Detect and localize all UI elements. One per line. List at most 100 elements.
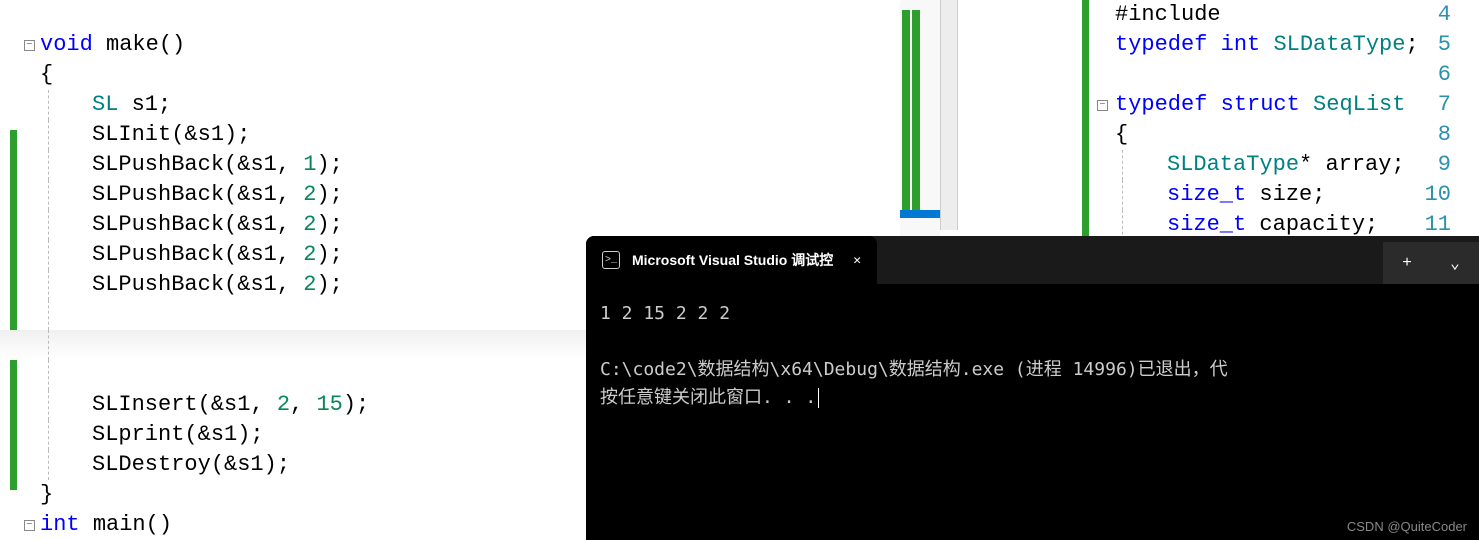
code-token: (&: [224, 212, 250, 237]
collapse-toggle[interactable]: −: [24, 520, 35, 531]
change-indicator: [1082, 120, 1089, 150]
code-token: [118, 92, 131, 117]
code-token: );: [224, 122, 250, 147]
code-token: s1: [250, 182, 276, 207]
line-number: 8: [1411, 120, 1451, 150]
code-token: [1300, 92, 1313, 117]
code-token: s1: [250, 212, 276, 237]
change-indicator: [1082, 60, 1089, 90]
collapse-toggle[interactable]: −: [24, 40, 35, 51]
code-token: make: [106, 32, 159, 57]
code-token: s1: [211, 422, 237, 447]
code-token: *: [1299, 152, 1325, 177]
code-token: s1: [237, 452, 263, 477]
code-token: SeqList: [1313, 92, 1405, 117]
code-token: ;: [1391, 152, 1404, 177]
line-number: 10: [1411, 180, 1451, 210]
code-token: ,: [277, 242, 303, 267]
code-token: s1: [250, 242, 276, 267]
terminal-output[interactable]: 1 2 15 2 2 2 C:\code2\数据结构\x64\Debug\数据结…: [586, 284, 1479, 428]
code-token: main: [93, 512, 146, 537]
code-token: SL: [92, 92, 118, 117]
code-token: );: [316, 182, 342, 207]
code-token: ;: [158, 92, 171, 117]
code-line[interactable]: −void make(): [0, 30, 920, 60]
code-token: SLPushBack: [92, 212, 224, 237]
code-line[interactable]: SL s1;: [0, 90, 920, 120]
code-token: 15: [316, 392, 342, 417]
code-token: [1246, 182, 1259, 207]
minimap-viewport[interactable]: [900, 210, 940, 218]
code-token: [1207, 32, 1220, 57]
code-token: {: [1115, 122, 1128, 147]
code-line[interactable]: SLPushBack(&s1, 2);: [0, 180, 920, 210]
code-line[interactable]: −typedef struct SeqList: [1115, 90, 1405, 120]
code-token: {: [40, 62, 53, 87]
code-line[interactable]: SLPushBack(&s1, 1);: [0, 150, 920, 180]
chevron-down-icon: ⌄: [1450, 253, 1460, 273]
code-token: ,: [250, 392, 276, 417]
code-token: (&: [224, 182, 250, 207]
minimap[interactable]: [900, 0, 940, 240]
code-token: ,: [277, 272, 303, 297]
code-token: [1246, 212, 1259, 237]
code-token: void: [40, 32, 93, 57]
line-number: 4: [1411, 0, 1451, 30]
terminal-titlebar: >_ Microsoft Visual Studio 调试控 ✕ + ⌄: [586, 236, 1479, 284]
code-token: SLDataType: [1167, 152, 1299, 177]
code-line[interactable]: typedef int SLDataType;: [1115, 30, 1419, 60]
code-token: [80, 512, 93, 537]
code-token: );: [316, 242, 342, 267]
code-line[interactable]: size_t size;: [1167, 180, 1325, 210]
change-indicator: [1082, 0, 1089, 30]
code-token: (&: [198, 392, 224, 417]
code-token: (): [146, 512, 172, 537]
code-token: (&: [224, 242, 250, 267]
code-line[interactable]: SLDataType* array;: [1167, 150, 1405, 180]
code-token: SLPushBack: [92, 242, 224, 267]
collapse-toggle[interactable]: −: [1097, 100, 1108, 111]
code-token: SLDataType: [1273, 32, 1405, 57]
change-indicator: [1082, 180, 1089, 210]
code-token: int: [1221, 32, 1261, 57]
code-token: ;: [1405, 32, 1418, 57]
code-token: s1: [198, 122, 224, 147]
code-token: s1: [250, 272, 276, 297]
code-token: 2: [277, 392, 290, 417]
code-token: #include: [1115, 2, 1221, 27]
code-token: 1: [303, 152, 316, 177]
code-token: ,: [277, 152, 303, 177]
code-token: typedef: [1115, 92, 1207, 117]
code-token: capacity: [1259, 212, 1365, 237]
code-line[interactable]: {: [0, 60, 920, 90]
code-token: );: [316, 152, 342, 177]
code-token: SLPushBack: [92, 182, 224, 207]
code-token: );: [237, 422, 263, 447]
code-token: ,: [277, 182, 303, 207]
code-token: );: [316, 212, 342, 237]
code-token: (&: [171, 122, 197, 147]
line-number: 6: [1411, 60, 1451, 90]
code-token: size: [1259, 182, 1312, 207]
code-line[interactable]: #include: [1115, 0, 1221, 30]
code-line[interactable]: {: [1115, 120, 1128, 150]
scrollbar[interactable]: [940, 0, 958, 230]
new-tab-button[interactable]: +: [1383, 242, 1431, 284]
change-indicator: [1082, 90, 1089, 120]
close-icon[interactable]: ✕: [853, 253, 861, 268]
code-token: );: [316, 272, 342, 297]
code-token: s1: [132, 92, 158, 117]
output-line: C:\code2\数据结构\x64\Debug\数据结构.exe (进程 149…: [600, 356, 1465, 384]
dropdown-button[interactable]: ⌄: [1431, 242, 1479, 284]
code-token: SLInsert: [92, 392, 198, 417]
code-token: }: [40, 482, 53, 507]
minimap-change-bar: [902, 10, 910, 210]
code-line[interactable]: SLInit(&s1);: [0, 120, 920, 150]
watermark: CSDN @QuiteCoder: [1347, 519, 1467, 534]
terminal-tab[interactable]: >_ Microsoft Visual Studio 调试控 ✕: [586, 236, 877, 284]
code-token: [1207, 92, 1220, 117]
cursor: [818, 388, 819, 408]
change-indicator: [1082, 150, 1089, 180]
code-token: array: [1325, 152, 1391, 177]
code-token: size_t: [1167, 212, 1246, 237]
